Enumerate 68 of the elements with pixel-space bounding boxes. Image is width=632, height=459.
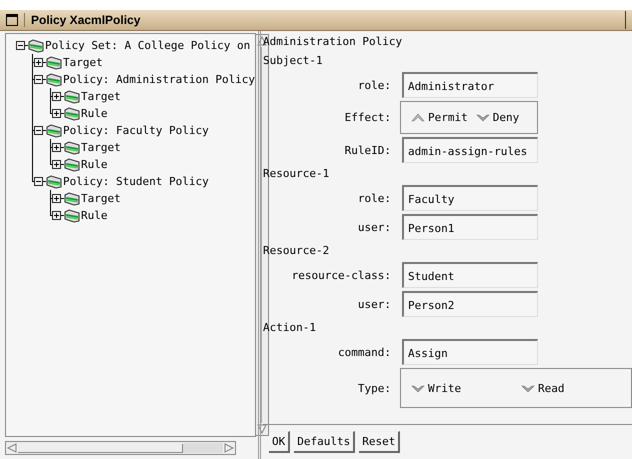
expand-toggle-icon[interactable]	[34, 75, 43, 84]
expand-toggle-icon[interactable]	[52, 211, 61, 220]
input-field[interactable]: Faculty	[402, 185, 538, 211]
folder-icon	[64, 158, 80, 172]
section-heading: Action-1	[263, 320, 317, 336]
expand-toggle-icon[interactable]	[52, 92, 61, 101]
section-heading: Resource-2	[263, 243, 330, 259]
scroll-left-arrow-icon[interactable]	[6, 443, 18, 453]
dialog-button[interactable]: Reset	[359, 431, 400, 453]
field-label: Effect:	[344, 111, 392, 124]
expand-toggle-icon[interactable]	[52, 160, 61, 169]
tree-item[interactable]: Target	[81, 141, 121, 154]
tree-item[interactable]: Target	[63, 56, 103, 69]
folder-icon	[64, 90, 80, 104]
field-label: Type:	[356, 382, 392, 394]
folder-icon	[46, 174, 62, 188]
input-field[interactable]: Administrator	[402, 72, 538, 98]
tree-item[interactable]: Policy Set: A College Policy on	[45, 39, 250, 52]
folder-icon	[28, 38, 44, 52]
dialog-button[interactable]: Defaults	[294, 431, 356, 453]
expand-toggle-icon[interactable]	[52, 194, 61, 203]
section-heading: Subject-1	[263, 53, 324, 69]
expand-toggle-icon[interactable]	[34, 58, 43, 67]
tree-item[interactable]: Rule	[81, 158, 108, 171]
field-label: role:	[356, 78, 392, 92]
folder-icon	[46, 72, 62, 86]
radio-option[interactable]: Write	[411, 382, 521, 394]
radio-option[interactable]: Permit	[411, 111, 468, 124]
folder-icon	[64, 106, 80, 120]
input-field[interactable]: Assign	[402, 339, 538, 365]
expand-toggle-icon[interactable]	[52, 109, 61, 118]
folder-icon	[46, 124, 62, 138]
field-label: user:	[356, 298, 392, 310]
input-field[interactable]: Student	[402, 262, 538, 288]
folder-icon	[64, 208, 80, 222]
expand-toggle-icon[interactable]	[34, 177, 43, 186]
section-heading: Resource-1	[263, 166, 330, 182]
input-field[interactable]: Person1	[402, 214, 538, 240]
window-menu-icon[interactable]	[6, 14, 18, 26]
tree-item[interactable]: Policy: Student Policy	[63, 175, 209, 188]
tree-item[interactable]: Rule	[81, 107, 108, 120]
field-label: user:	[356, 220, 392, 234]
folder-icon	[64, 140, 80, 154]
tree-item[interactable]: Target	[81, 90, 121, 103]
tree-item[interactable]: Rule	[81, 209, 108, 222]
input-field[interactable]: admin-assign-rules	[402, 137, 538, 163]
tree-item[interactable]: Target	[81, 192, 121, 205]
window-title: Policy XacmlPolicy	[24, 13, 625, 27]
horizontal-scrollbar[interactable]	[5, 441, 236, 455]
expand-toggle-icon[interactable]	[16, 41, 25, 50]
scroll-down-arrow-icon[interactable]	[256, 423, 268, 435]
scroll-right-arrow-icon[interactable]	[223, 443, 235, 453]
radio-option[interactable]: Read	[521, 382, 631, 394]
field-label: command:	[337, 346, 392, 358]
form-title: Administration Policy	[263, 34, 404, 50]
folder-icon	[64, 192, 80, 206]
folder-icon	[46, 56, 62, 70]
expand-toggle-icon[interactable]	[52, 143, 61, 152]
expand-toggle-icon[interactable]	[34, 126, 43, 135]
field-label: resource-class:	[290, 268, 392, 282]
scroll-thumb[interactable]	[18, 444, 183, 452]
radio-option[interactable]: Deny	[476, 111, 520, 124]
field-label: role:	[356, 192, 392, 204]
dialog-button[interactable]: OK	[269, 431, 290, 453]
field-label: RuleID:	[344, 144, 392, 156]
tree-item[interactable]: Policy: Administration Policy	[63, 73, 256, 86]
input-field[interactable]: Person2	[402, 291, 538, 317]
tree-item[interactable]: Policy: Faculty Policy	[63, 124, 209, 137]
